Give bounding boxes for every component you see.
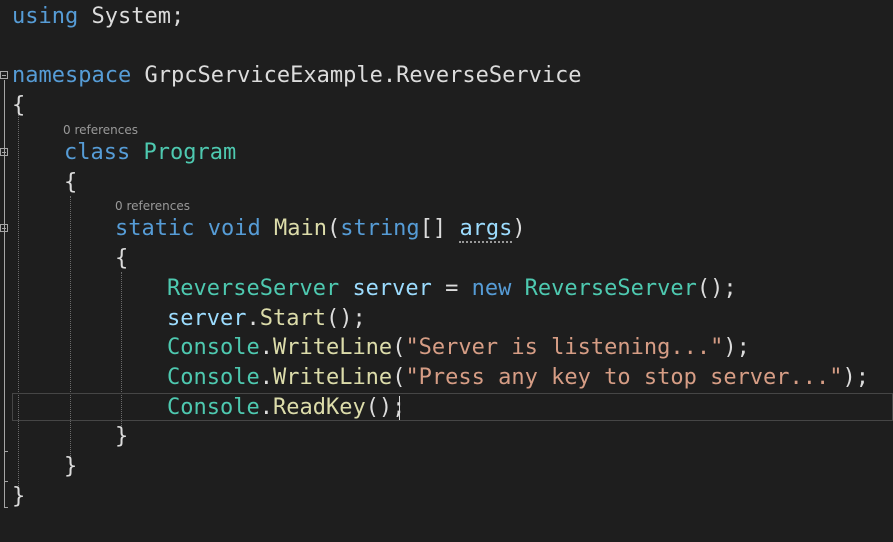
collapse-namespace-icon[interactable] xyxy=(0,71,8,79)
fold-region-line xyxy=(4,80,5,507)
code-token: } xyxy=(12,484,26,509)
code-token: args xyxy=(459,216,513,243)
text-caret xyxy=(399,396,400,420)
codelens-references[interactable]: 0 references xyxy=(115,199,190,213)
code-line-open-brace[interactable]: { xyxy=(64,168,77,198)
code-token: Console xyxy=(167,365,260,390)
indent-guide xyxy=(18,108,19,488)
code-token: System; xyxy=(78,4,185,29)
code-token: { xyxy=(12,93,26,118)
code-token: ); xyxy=(723,335,750,360)
code-token: Program xyxy=(143,140,237,165)
code-token: GrpcServiceExample.ReverseService xyxy=(131,63,582,88)
code-token: (); xyxy=(325,306,366,331)
code-line-using[interactable]: using System; xyxy=(12,2,184,32)
fold-region-end xyxy=(4,507,8,508)
code-token: . xyxy=(259,335,273,360)
code-line-readkey[interactable]: Console.ReadKey(); xyxy=(167,393,405,423)
code-token: WriteLine xyxy=(272,365,393,390)
code-token: . xyxy=(259,365,273,390)
code-token: void xyxy=(207,216,261,241)
code-line-open-brace[interactable]: { xyxy=(115,244,128,274)
code-token: = xyxy=(431,276,472,301)
code-line-writeline-press-key[interactable]: Console.WriteLine("Press any key to stop… xyxy=(167,363,869,393)
code-token: { xyxy=(115,246,129,271)
code-token: ReadKey xyxy=(272,395,366,420)
code-token: . xyxy=(246,306,260,331)
code-token: server xyxy=(167,306,247,331)
code-token: ) xyxy=(512,216,526,241)
code-token: namespace xyxy=(12,63,132,88)
code-token: string xyxy=(340,216,420,241)
code-token: Start xyxy=(259,306,326,331)
code-token: Main xyxy=(273,216,327,241)
code-token: server xyxy=(352,276,432,301)
code-token: } xyxy=(64,454,78,479)
code-line-open-brace[interactable]: { xyxy=(12,91,25,121)
code-line-new-server[interactable]: ReverseServer server = new ReverseServer… xyxy=(167,274,737,304)
code-token: ( xyxy=(392,335,406,360)
code-token: ( xyxy=(326,216,341,241)
code-token: ( xyxy=(392,365,406,390)
code-token: WriteLine xyxy=(272,335,393,360)
code-line-close-brace[interactable]: } xyxy=(64,452,77,482)
fold-region-end xyxy=(4,451,8,452)
code-token: [] xyxy=(419,216,460,241)
code-token: Console xyxy=(167,335,260,360)
code-token: ReverseServer xyxy=(167,276,340,301)
code-token: (); xyxy=(696,276,737,301)
code-line-namespace[interactable]: namespace GrpcServiceExample.ReverseServ… xyxy=(12,61,582,91)
code-token: . xyxy=(259,395,273,420)
code-token: "Server is listening..." xyxy=(405,335,724,360)
code-token: } xyxy=(115,424,129,449)
code-line-server-start[interactable]: server.Start(); xyxy=(167,304,366,334)
codelens-references[interactable]: 0 references xyxy=(63,123,138,137)
code-token: ); xyxy=(842,365,870,390)
code-token: class xyxy=(64,140,131,165)
code-token: static xyxy=(115,216,195,241)
code-editor[interactable]: 0 references 0 references using System; … xyxy=(0,0,893,542)
code-token: { xyxy=(64,170,78,195)
code-token: ReverseServer xyxy=(524,276,697,301)
current-line-highlight xyxy=(12,393,893,421)
collapse-method-icon[interactable] xyxy=(0,224,8,232)
code-line-main[interactable]: static void Main(string[] args) xyxy=(115,214,526,244)
code-line-class[interactable]: class Program xyxy=(64,138,236,168)
code-token: Console xyxy=(167,395,260,420)
collapse-class-icon[interactable] xyxy=(0,148,8,156)
code-token: using xyxy=(12,4,79,29)
code-line-close-brace[interactable]: } xyxy=(12,482,25,512)
fold-region-end xyxy=(4,481,8,482)
code-line-close-brace[interactable]: } xyxy=(115,422,128,452)
code-line-writeline-listening[interactable]: Console.WriteLine("Server is listening..… xyxy=(167,333,750,363)
code-token: "Press any key to stop server..." xyxy=(405,365,843,390)
code-token: new xyxy=(471,276,512,301)
